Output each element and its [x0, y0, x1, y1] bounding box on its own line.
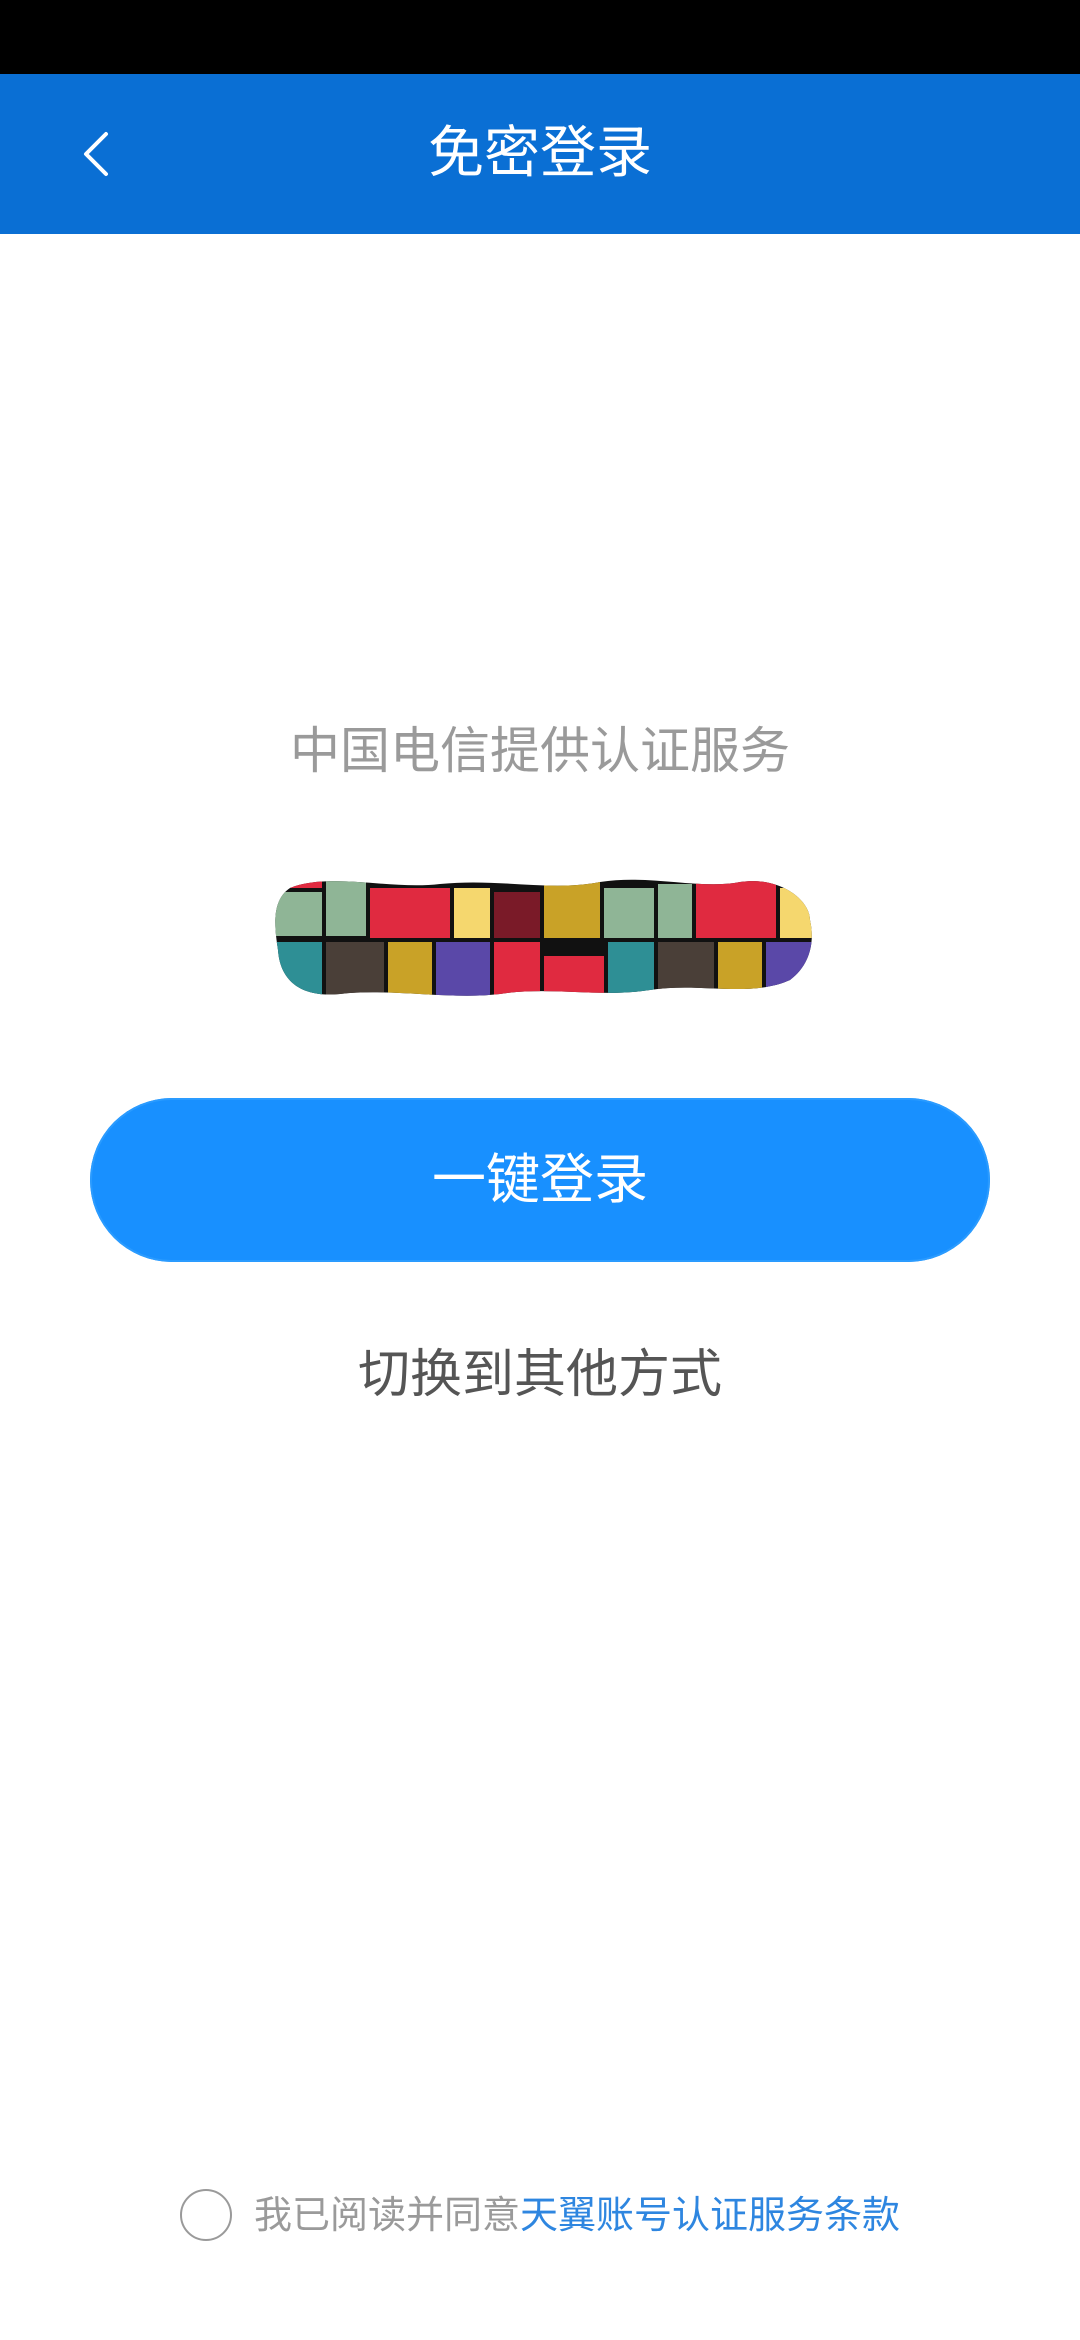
agreement-row: 我已阅读并同意 天翼账号认证服务条款: [0, 2180, 1080, 2250]
agreement-prefix-text: 我已阅读并同意: [253, 2193, 520, 2237]
one-click-login-button[interactable]: 一键登录: [90, 1098, 990, 1262]
provider-text: 中国电信提供认证服务: [290, 722, 790, 780]
switch-login-method-link[interactable]: 切换到其他方式: [0, 1340, 1080, 1410]
page-title: 免密登录: [428, 121, 652, 186]
back-button[interactable]: [50, 108, 142, 200]
app-bar: 免密登录: [0, 74, 1080, 234]
status-bar: [0, 0, 1080, 74]
terms-link[interactable]: 天翼账号认证服务条款: [520, 2180, 900, 2250]
masked-phone-number: [275, 879, 812, 996]
agree-checkbox[interactable]: [179, 2189, 232, 2241]
chevron-left-icon: [84, 132, 108, 176]
